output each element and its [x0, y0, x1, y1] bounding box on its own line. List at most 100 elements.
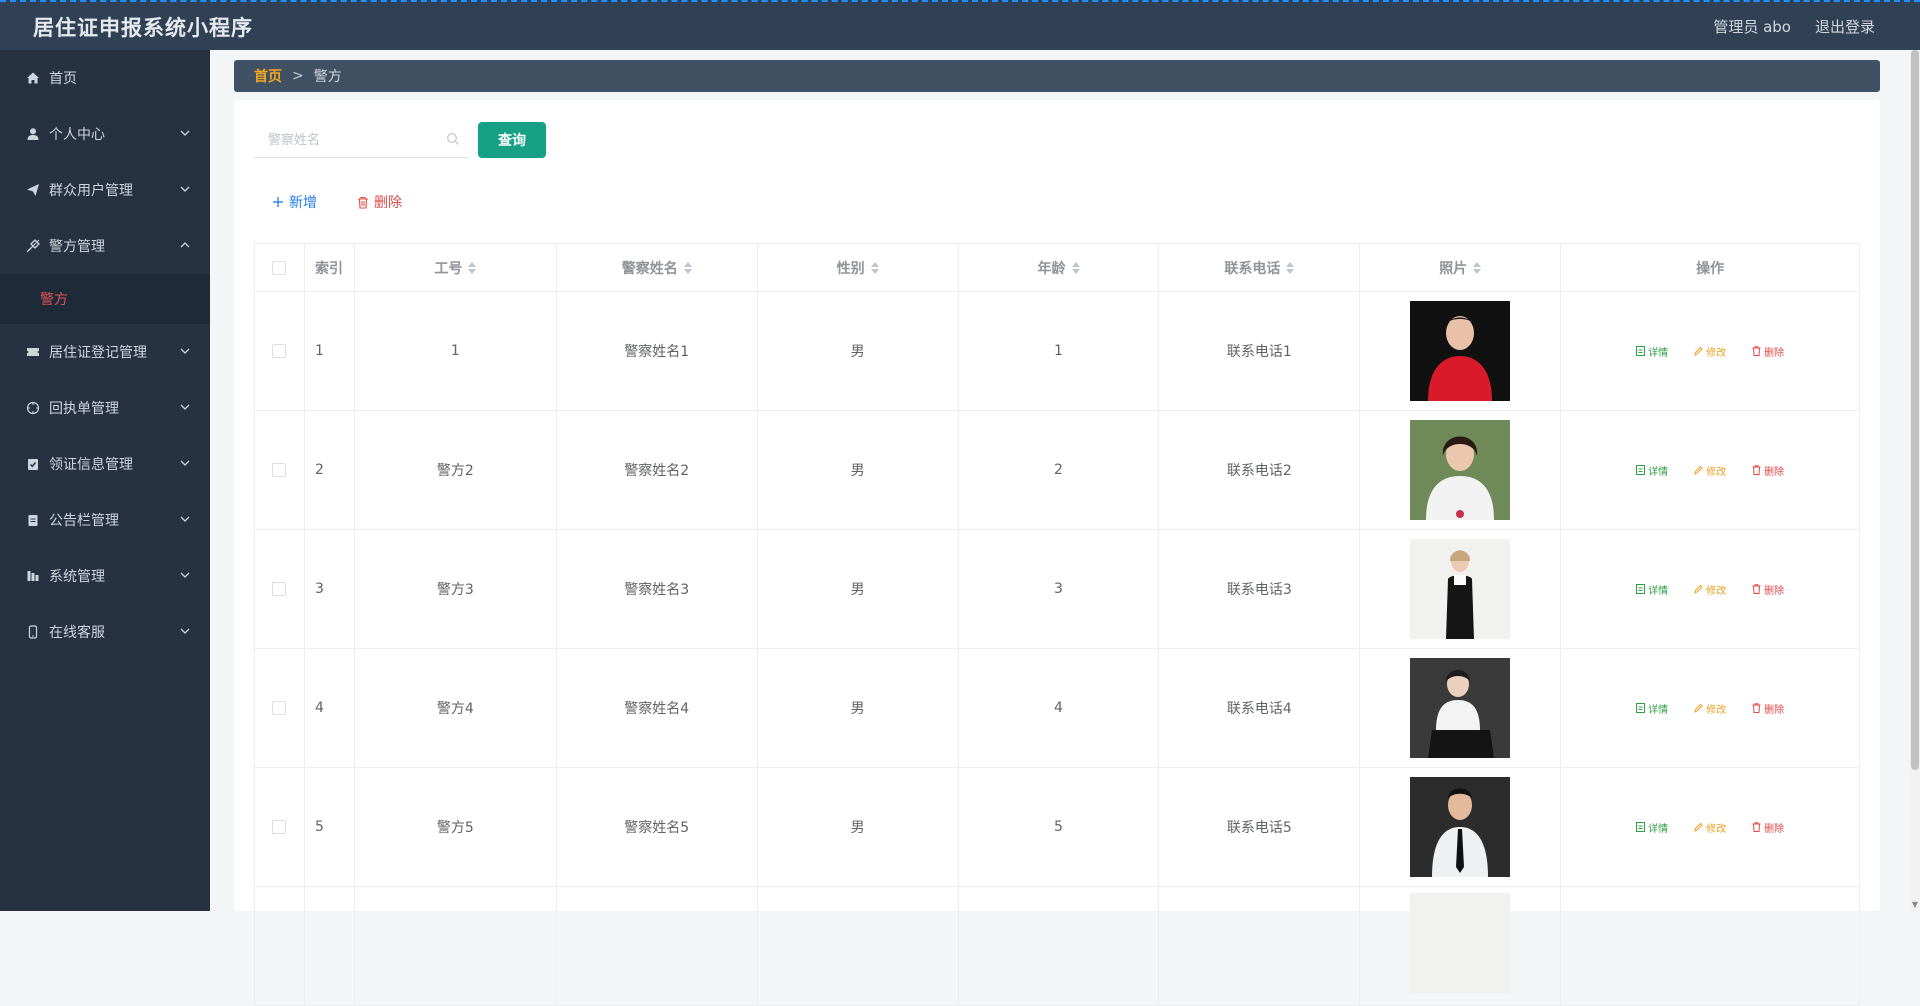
breadcrumb-home[interactable]: 首页 [254, 66, 282, 86]
sidebar-item-bulletin-management[interactable]: 公告栏管理 [0, 492, 210, 548]
sort-icon[interactable] [468, 261, 477, 274]
sidebar-subitem-police[interactable]: 警方 [0, 274, 210, 324]
logout-button[interactable]: 退出登录 [1815, 16, 1875, 37]
cell-index: 4 [304, 649, 355, 768]
column-header-photo[interactable]: 照片 [1360, 244, 1562, 292]
chevron-up-icon [180, 242, 190, 248]
photo-thumbnail[interactable] [1410, 539, 1511, 639]
sort-icon[interactable] [870, 261, 879, 274]
batch-delete-button[interactable]: 删除 [357, 192, 402, 212]
column-header-label: 性别 [836, 260, 865, 277]
page-scrollbar[interactable]: ▼ [1910, 50, 1920, 911]
badge-icon [24, 237, 42, 255]
delete-button[interactable]: 删除 [1752, 820, 1784, 835]
delete-button[interactable]: 删除 [1752, 701, 1784, 716]
scroll-down-arrow[interactable]: ▼ [1911, 901, 1919, 909]
sort-icon[interactable] [1473, 261, 1482, 274]
delete-button[interactable]: 删除 [1752, 463, 1784, 478]
column-header-label: 年龄 [1037, 260, 1066, 277]
sidebar-item-receipt-management[interactable]: 回执单管理 [0, 380, 210, 436]
chart-icon [24, 567, 42, 585]
chevron-down-icon [180, 572, 190, 578]
cell-job-no: 警方3 [354, 530, 557, 649]
cell-gender: 男 [757, 530, 959, 649]
sidebar-item-online-service[interactable]: 在线客服 [0, 604, 210, 660]
cell-actions: 详情 修改 删除 [1561, 292, 1860, 411]
edit-button[interactable]: 修改 [1694, 463, 1726, 478]
row-checkbox[interactable] [272, 463, 287, 477]
delete-button-label: 删除 [374, 195, 402, 211]
cell-age: 3 [958, 530, 1160, 649]
sort-icon[interactable] [1286, 261, 1295, 274]
photo-thumbnail[interactable] [1410, 893, 1511, 993]
detail-button[interactable]: 详情 [1636, 463, 1668, 478]
edit-button[interactable]: 修改 [1694, 701, 1726, 716]
photo-thumbnail[interactable] [1410, 777, 1511, 877]
police-name-search-input[interactable] [254, 122, 434, 156]
sidebar-item-residence-registration[interactable]: 居住证登记管理 [0, 324, 210, 380]
delete-button[interactable]: 删除 [1752, 582, 1784, 597]
edit-button[interactable]: 修改 [1694, 820, 1726, 835]
photo-thumbnail[interactable] [1410, 658, 1511, 758]
row-checkbox[interactable] [272, 820, 287, 834]
column-header-label: 工号 [434, 260, 463, 277]
column-header-age[interactable]: 年龄 [958, 244, 1160, 292]
sidebar-item-user-management[interactable]: 群众用户管理 [0, 162, 210, 218]
table-row-partial [255, 887, 1860, 1006]
select-all-checkbox[interactable] [272, 260, 287, 275]
sidebar-item-label: 个人中心 [49, 127, 105, 143]
police-table: 索引 工号 警察姓名 性别 年龄 联系电话 照片 操作 1 1 警察姓名1 男 … [254, 243, 1860, 1006]
edit-button[interactable]: 修改 [1694, 582, 1726, 597]
sidebar-item-label: 回执单管理 [49, 401, 119, 417]
cell-phone: 联系电话3 [1159, 530, 1361, 649]
sort-icon[interactable] [683, 261, 692, 274]
edit-label: 修改 [1706, 823, 1727, 835]
detail-button[interactable]: 详情 [1636, 582, 1668, 597]
detail-button[interactable]: 详情 [1636, 344, 1668, 359]
edit-button[interactable]: 修改 [1694, 344, 1726, 359]
cell-job-no: 警方5 [354, 768, 557, 887]
chevron-down-icon [180, 460, 190, 466]
query-button[interactable]: 查询 [478, 122, 546, 158]
sidebar-item-certificate-info[interactable]: 领证信息管理 [0, 436, 210, 492]
column-header-label: 联系电话 [1224, 260, 1281, 277]
admin-user-label[interactable]: 管理员 abo [1713, 16, 1791, 37]
user-icon [24, 125, 42, 143]
column-header-actions: 操作 [1561, 244, 1860, 292]
sidebar-item-label: 领证信息管理 [49, 457, 133, 473]
row-select-cell [255, 292, 305, 411]
sidebar-item-home[interactable]: 首页 [0, 50, 210, 106]
detail-button[interactable]: 详情 [1636, 820, 1668, 835]
cell-photo [1360, 411, 1562, 530]
cell-actions: 详情 修改 删除 [1561, 768, 1860, 887]
scrollbar-thumb[interactable] [1911, 50, 1919, 770]
sidebar-item-police-management[interactable]: 警方管理 [0, 218, 210, 274]
sort-icon[interactable] [1071, 261, 1080, 274]
clipboard-icon [24, 511, 42, 529]
sidebar-item-label: 群众用户管理 [49, 183, 133, 199]
row-checkbox[interactable] [272, 582, 287, 596]
edit-icon [1694, 346, 1703, 356]
detail-button[interactable]: 详情 [1636, 701, 1668, 716]
trash-icon [1752, 584, 1761, 594]
column-header-name[interactable]: 警察姓名 [556, 244, 758, 292]
add-button[interactable]: 新增 [272, 192, 317, 212]
edit-icon [1694, 465, 1703, 475]
breadcrumb: 首页 > 警方 [234, 60, 1880, 92]
sidebar-item-system-management[interactable]: 系统管理 [0, 548, 210, 604]
sidebar-item-personal-center[interactable]: 个人中心 [0, 106, 210, 162]
row-checkbox[interactable] [272, 701, 287, 715]
table-row: 3 警方3 警察姓名3 男 3 联系电话3 详情 修改 删除 [255, 530, 1860, 649]
search-box [254, 122, 468, 158]
trash-icon [1752, 346, 1761, 356]
row-checkbox[interactable] [272, 344, 287, 358]
cell-photo [1360, 292, 1562, 411]
column-header-phone[interactable]: 联系电话 [1159, 244, 1361, 292]
photo-thumbnail[interactable] [1410, 420, 1511, 520]
column-header-job-no[interactable]: 工号 [354, 244, 557, 292]
search-icon [447, 133, 459, 145]
photo-thumbnail[interactable] [1410, 301, 1511, 401]
column-header-gender[interactable]: 性别 [757, 244, 959, 292]
cell-age [958, 887, 1160, 1006]
delete-button[interactable]: 删除 [1752, 344, 1784, 359]
